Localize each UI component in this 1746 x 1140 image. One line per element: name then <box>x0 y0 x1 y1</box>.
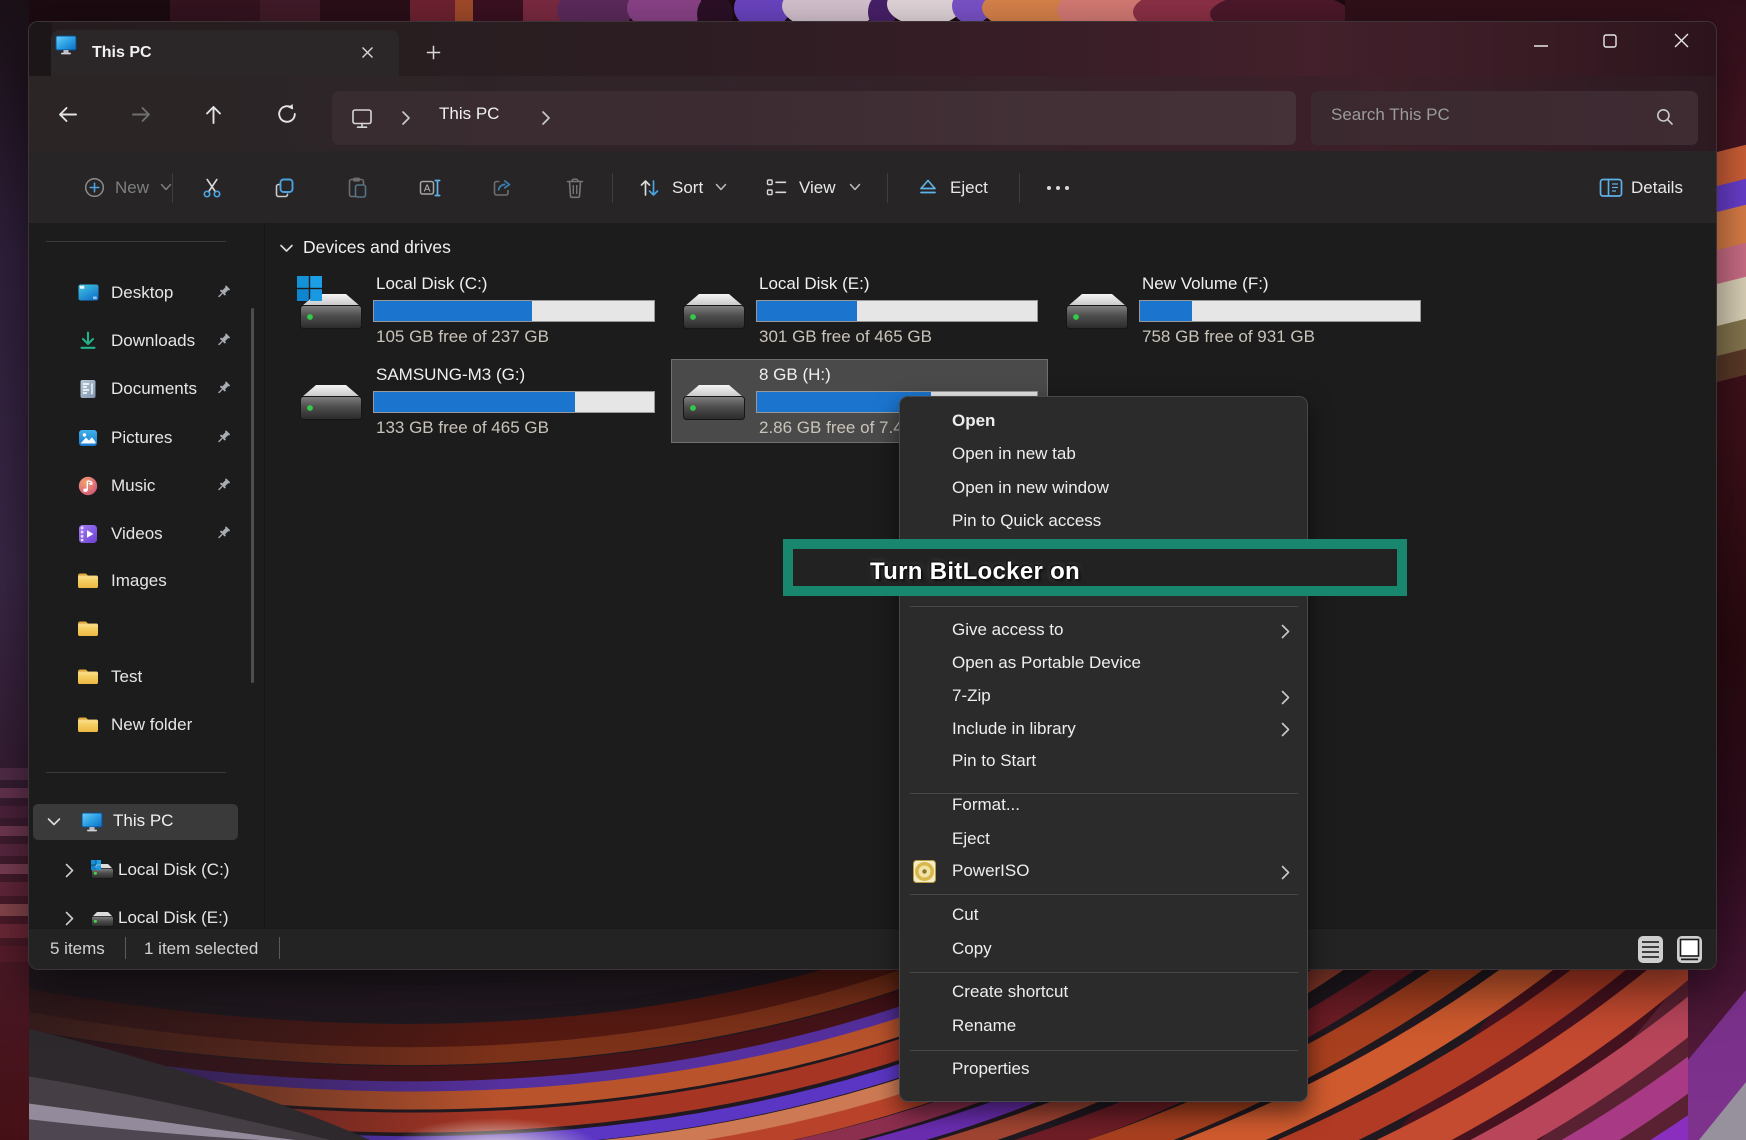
svg-text:A: A <box>424 183 431 194</box>
